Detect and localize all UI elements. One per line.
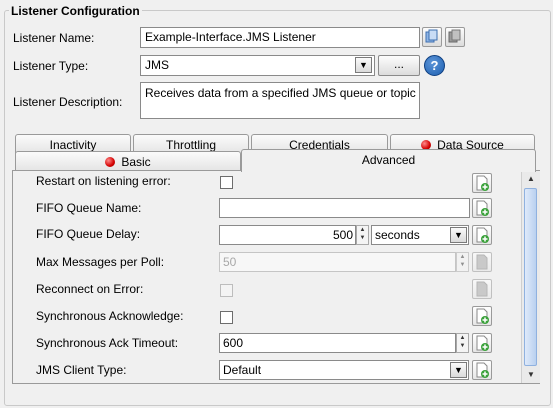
jms-client-type-select[interactable]: Default ▼ (219, 360, 469, 380)
listener-type-select[interactable]: JMS ▼ (140, 55, 375, 76)
restart-on-error-label: Restart on listening error: (36, 174, 171, 188)
advanced-panel: Restart on listening error: FIFO Queue N… (12, 170, 540, 384)
chevron-down-icon[interactable]: ▼ (355, 57, 372, 73)
chevron-down-icon[interactable]: ▼ (450, 227, 467, 243)
section-title: Listener Configuration (9, 4, 142, 18)
tab-basic[interactable]: Basic (15, 151, 241, 171)
scroll-down-icon[interactable]: ▼ (524, 369, 538, 381)
reconnect-on-error-checkbox[interactable] (220, 284, 233, 297)
add-fifo-name-button[interactable] (472, 198, 492, 218)
document-icon (476, 254, 488, 270)
help-icon[interactable]: ? (424, 55, 445, 76)
jms-client-type-label: JMS Client Type: (36, 363, 127, 377)
add-max-messages-button[interactable] (472, 252, 492, 272)
copy-button[interactable] (422, 27, 442, 47)
max-messages-label: Max Messages per Poll: (36, 255, 165, 269)
sync-timeout-spinner[interactable]: ▲ ▼ (456, 333, 469, 353)
listener-name-input[interactable]: Example-Interface.JMS Listener (140, 27, 420, 48)
add-document-icon (476, 362, 489, 378)
fifo-delay-unit-select[interactable]: seconds ▼ (371, 225, 469, 245)
listener-description-label: Listener Description: (13, 95, 123, 109)
listener-description-textarea[interactable]: Receives data from a specified JMS queue… (140, 82, 420, 119)
fifo-queue-name-label: FIFO Queue Name: (36, 201, 142, 215)
paste-button[interactable] (445, 27, 465, 47)
restart-on-error-checkbox[interactable] (220, 176, 233, 189)
sync-ack-timeout-input[interactable]: 600 (219, 333, 456, 353)
listener-type-label: Listener Type: (13, 59, 89, 73)
fifo-queue-delay-label: FIFO Queue Delay: (36, 227, 141, 241)
document-icon (476, 281, 488, 297)
max-messages-spinner[interactable]: ▲ ▼ (456, 252, 469, 272)
listener-name-label: Listener Name: (13, 31, 95, 45)
fifo-delay-spinner[interactable]: ▲ ▼ (356, 225, 369, 245)
listener-type-value: JMS (145, 58, 169, 72)
tab-basic-label: Basic (121, 155, 151, 169)
add-document-icon (476, 200, 489, 216)
fifo-queue-name-input[interactable] (219, 198, 470, 218)
jms-client-type-value: Default (223, 363, 262, 377)
chevron-down-icon[interactable]: ▼ (450, 362, 467, 378)
add-client-type-button[interactable] (472, 360, 492, 380)
tab-advanced[interactable]: Advanced (241, 149, 536, 172)
reconnect-on-error-label: Reconnect on Error: (36, 282, 144, 296)
add-restart-button[interactable] (472, 173, 492, 193)
copy-icon (425, 29, 438, 43)
add-document-icon (476, 308, 489, 324)
error-icon (105, 157, 116, 167)
add-document-icon (476, 335, 489, 351)
add-document-icon (476, 227, 489, 243)
browse-button[interactable]: ... (378, 55, 420, 76)
fifo-queue-delay-input[interactable]: 500 (219, 225, 356, 245)
paste-icon (448, 29, 461, 43)
sync-ack-timeout-label: Synchronous Ack Timeout: (36, 336, 179, 350)
add-document-icon (476, 175, 489, 191)
add-sync-ack-button[interactable] (472, 306, 492, 326)
sync-ack-label: Synchronous Acknowledge: (36, 309, 184, 323)
scroll-up-icon[interactable]: ▲ (524, 173, 538, 185)
vertical-scrollbar[interactable]: ▲ ▼ (521, 171, 540, 383)
sync-ack-checkbox[interactable] (220, 311, 233, 324)
add-fifo-delay-button[interactable] (472, 225, 492, 245)
max-messages-input[interactable]: 50 (219, 252, 456, 272)
fifo-delay-unit-value: seconds (375, 228, 420, 242)
add-reconnect-button[interactable] (472, 279, 492, 299)
add-sync-timeout-button[interactable] (472, 333, 492, 353)
scrollbar-thumb[interactable] (524, 188, 537, 366)
